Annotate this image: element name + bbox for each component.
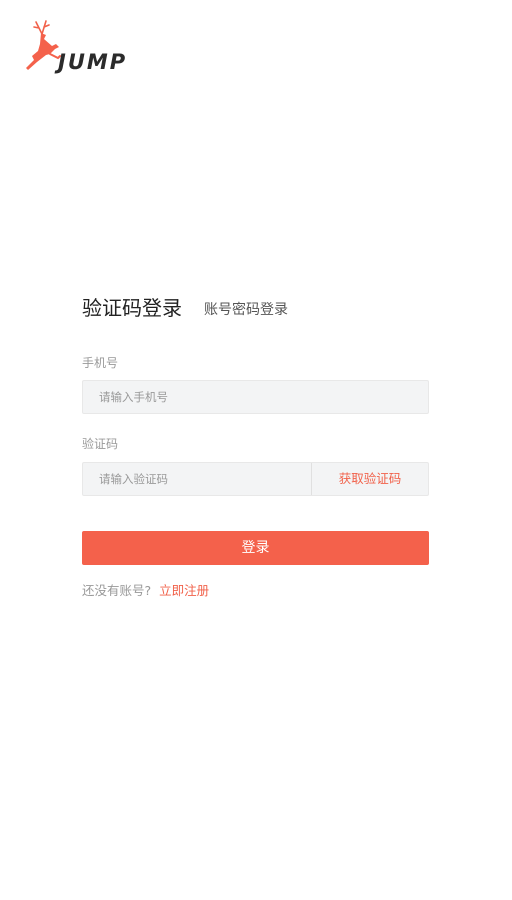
tab-sms-login[interactable]: 验证码登录: [82, 294, 182, 322]
phone-field: [82, 380, 429, 414]
tab-password-login[interactable]: 账号密码登录: [204, 298, 288, 322]
phone-input[interactable]: [83, 381, 299, 413]
deer-icon: [26, 20, 61, 70]
phone-label: 手机号: [82, 356, 119, 370]
code-input[interactable]: [83, 463, 299, 495]
code-field: 获取验证码: [82, 462, 429, 496]
login-tabs: 验证码登录 账号密码登录: [82, 290, 429, 322]
login-button[interactable]: 登录: [82, 531, 429, 565]
logo-text: JUMP: [58, 50, 128, 74]
login-form: 验证码登录 账号密码登录 手机号 验证码 获取验证码 登录 还没有账号? 立即注册: [82, 290, 429, 598]
register-prompt: 还没有账号?: [82, 583, 152, 598]
register-link[interactable]: 立即注册: [159, 583, 209, 598]
code-label: 验证码: [82, 437, 119, 451]
register-row: 还没有账号? 立即注册: [82, 580, 209, 599]
jump-logo: JUMP: [22, 18, 125, 74]
get-code-button[interactable]: 获取验证码: [311, 463, 428, 495]
